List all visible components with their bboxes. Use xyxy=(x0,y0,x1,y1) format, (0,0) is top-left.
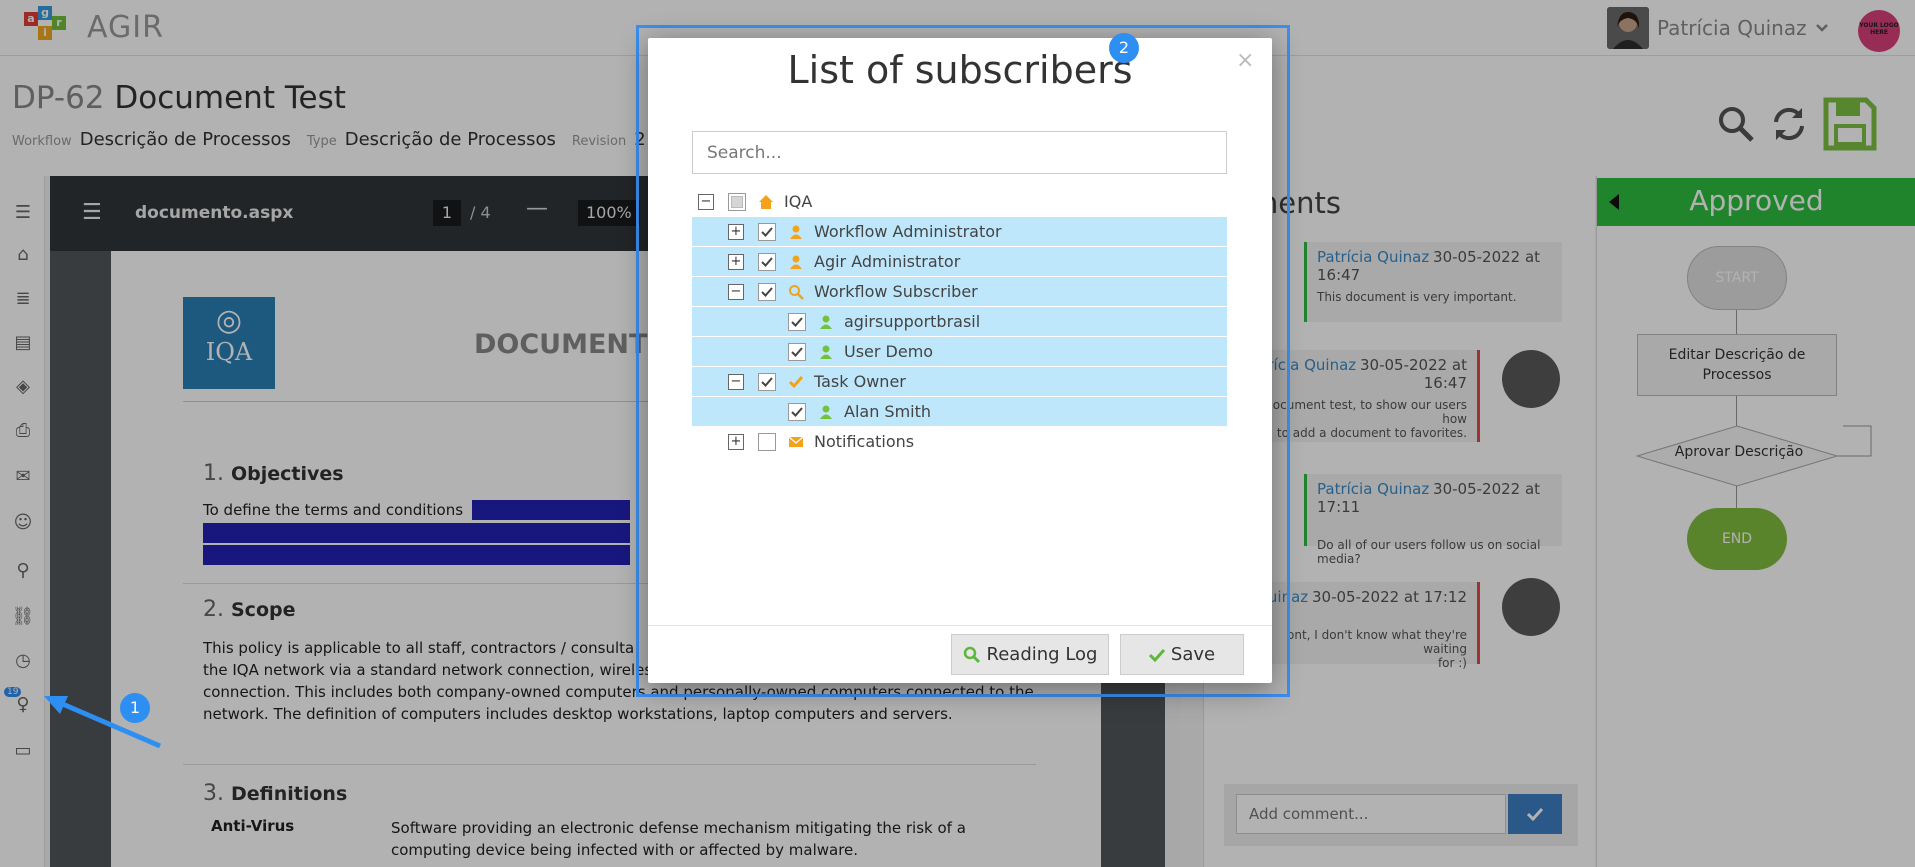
reading-log-label: Reading Log xyxy=(986,644,1098,665)
tree-label: Agir Administrator xyxy=(814,252,961,271)
checkbox[interactable] xyxy=(758,282,776,301)
tree-row: + Notifications xyxy=(692,427,1227,456)
checkbox[interactable] xyxy=(758,372,776,391)
user-group-icon xyxy=(786,224,806,240)
search-icon xyxy=(786,284,806,300)
tree-row: + Agir Administrator xyxy=(692,247,1227,276)
tree-label: Alan Smith xyxy=(844,402,932,421)
user-icon xyxy=(816,344,836,360)
checkbox[interactable] xyxy=(788,342,806,361)
expand-icon[interactable]: + xyxy=(728,223,744,240)
home-icon xyxy=(756,194,776,210)
checkbox[interactable] xyxy=(758,252,776,271)
tree-row: − Task Owner xyxy=(692,367,1227,396)
collapse-icon[interactable]: − xyxy=(728,283,744,300)
tree-label: Workflow Subscriber xyxy=(814,282,978,301)
search-icon xyxy=(963,646,980,663)
tree-row: User Demo xyxy=(692,337,1227,366)
save-label: Save xyxy=(1170,644,1216,665)
checkbox[interactable] xyxy=(758,432,776,451)
search-input[interactable] xyxy=(692,131,1227,174)
check-icon xyxy=(786,374,806,390)
expand-icon[interactable]: + xyxy=(728,433,744,450)
tree-row: − IQA xyxy=(692,187,1227,216)
user-icon xyxy=(816,404,836,420)
expand-icon[interactable]: + xyxy=(728,253,744,270)
save-button[interactable]: Save xyxy=(1120,634,1244,675)
checkbox[interactable] xyxy=(758,222,776,241)
annotation-badge: 1 xyxy=(120,693,150,723)
reading-log-button[interactable]: Reading Log xyxy=(951,634,1109,675)
checkbox[interactable] xyxy=(788,312,806,331)
check-icon xyxy=(1148,648,1165,662)
close-icon[interactable]: × xyxy=(1236,48,1254,73)
envelope-icon xyxy=(786,435,806,449)
tree-row: agirsupportbrasil xyxy=(692,307,1227,336)
collapse-icon[interactable]: − xyxy=(698,193,714,210)
user-group-icon xyxy=(786,254,806,270)
tree-label: Workflow Administrator xyxy=(814,222,1002,241)
tree-label: Task Owner xyxy=(814,372,906,391)
checkbox[interactable] xyxy=(788,402,806,421)
tree-label: agirsupportbrasil xyxy=(844,312,981,331)
modal-title: List of subscribers xyxy=(787,48,1133,92)
user-icon xyxy=(816,314,836,330)
tree-row: − Workflow Subscriber xyxy=(692,277,1227,306)
tree-label: IQA xyxy=(784,192,813,211)
subscribers-modal: List of subscribers × − IQA + Workflow A… xyxy=(648,38,1272,683)
tree-row: + Workflow Administrator xyxy=(692,217,1227,246)
tree-row: Alan Smith xyxy=(692,397,1227,426)
tree-label: User Demo xyxy=(844,342,934,361)
collapse-icon[interactable]: − xyxy=(728,373,744,390)
modal-footer: Reading Log Save xyxy=(648,625,1272,683)
annotation-badge: 2 xyxy=(1109,33,1139,63)
checkbox[interactable] xyxy=(728,192,746,211)
tree-label: Notifications xyxy=(814,432,915,451)
